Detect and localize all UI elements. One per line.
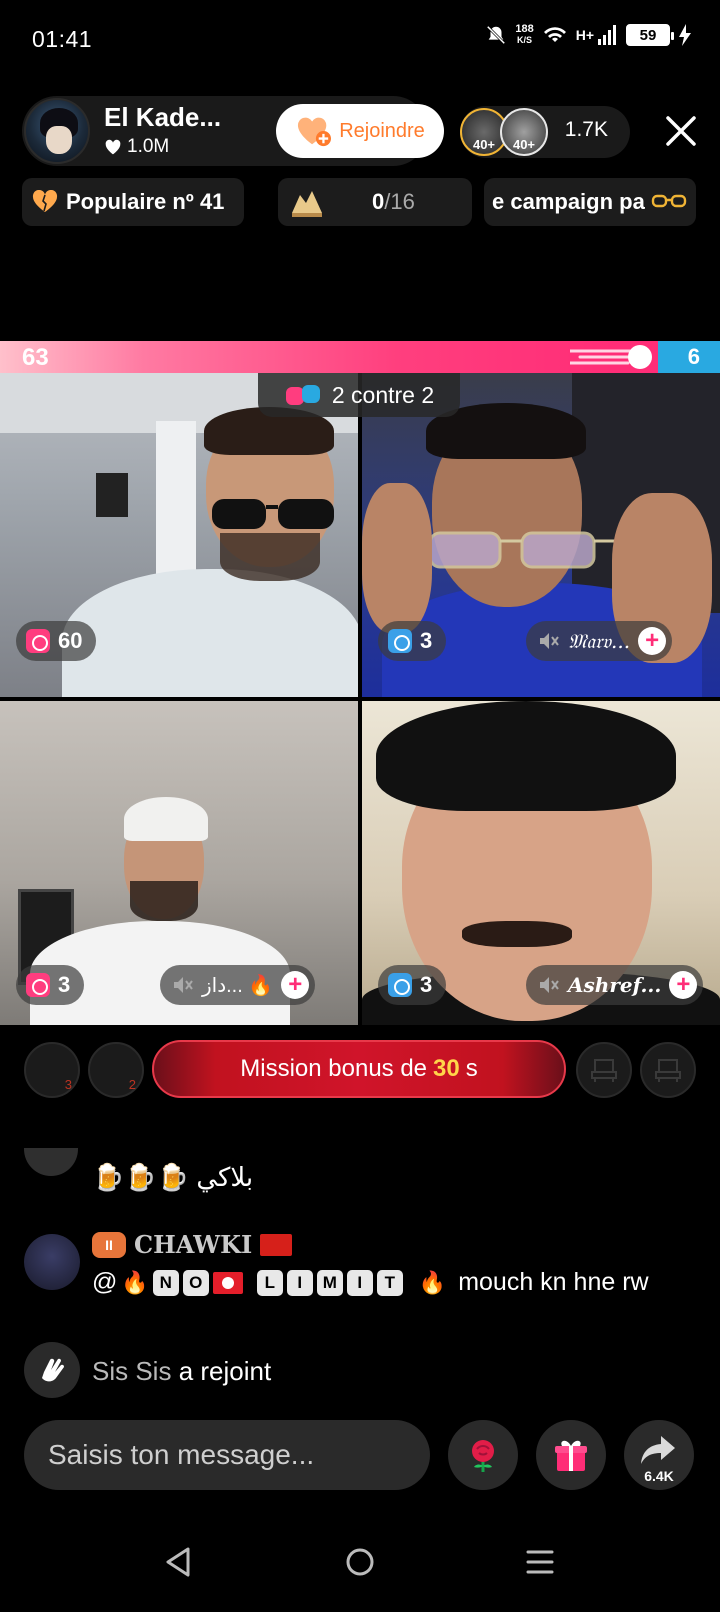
guest-name-pill[interactable]: Ashref... + [526,965,704,1005]
chat-text: بلاكي 🍺🍺🍺 [92,1162,254,1192]
gift-button[interactable] [536,1420,606,1490]
user-avatar[interactable] [24,1148,78,1176]
beard [130,881,198,921]
level-badge: II [92,1231,126,1258]
top-viewer-avatar[interactable]: 40+ [500,108,548,156]
tunisia-flag-icon [212,1271,243,1294]
host-avatar[interactable] [24,98,90,164]
empty-seat-icon[interactable] [640,1042,696,1098]
fire-icon: 🔥 [121,1269,149,1295]
fire-icon: 🔥 [418,1269,447,1295]
follow-plus-button[interactable]: + [281,971,310,999]
team-blue-score: 6 [687,344,700,369]
team-pink-score: 63 [22,344,49,371]
empty-seat-icon[interactable] [576,1042,632,1098]
guest-name-pill[interactable]: 𝔐𝔞𝔯𝔳... + [526,621,673,661]
heart-plus-icon [298,117,332,147]
bell-muted-icon [487,25,506,45]
cap [124,797,208,841]
guest-score-badge: 60 [16,621,97,661]
status-bar: 01:41 188 K/S H+ 59 [0,0,720,80]
campaign-chip[interactable]: e campaign pa [484,178,696,226]
treasure-icon [292,191,322,217]
home-icon[interactable] [340,1542,380,1582]
network-type: H+ [575,27,594,43]
muted-mic-icon [540,977,559,993]
guest-video-4[interactable]: 3 Ashref... + [362,701,720,1025]
joined-username[interactable]: Sis Sis [92,1356,171,1386]
share-button[interactable]: 6.4K [624,1420,694,1490]
mustache [462,921,572,947]
viewer-count: 1.7K [564,118,608,141]
chat-username[interactable]: II CHAWKI [92,1230,293,1259]
wifi-icon [543,27,566,42]
follow-plus-button[interactable]: + [638,627,667,655]
seat-avatar[interactable]: 2 [88,1042,144,1098]
viewers-pill[interactable]: 40+ 40+ 1.7K [460,106,630,158]
back-icon[interactable] [158,1542,198,1582]
close-icon[interactable] [662,112,700,150]
hand-left [362,483,432,633]
signal-icon [598,25,616,45]
cap [376,701,676,811]
comet-icon [570,345,652,369]
share-count: 6.4K [644,1468,674,1484]
share-arrow-icon [641,1436,675,1464]
guest-score-badge: 3 [378,965,447,1005]
recents-icon[interactable] [520,1542,560,1582]
mission-row: 3 2 Mission bonus de 30 s [0,1040,720,1100]
sunglasses-icon [206,495,346,535]
guest-video-3[interactable]: 3 داز... 🔥 + [0,701,358,1025]
battle-score-bar: 63 6 [0,341,720,373]
seat-avatar[interactable]: 3 [24,1042,80,1098]
guest-video-1[interactable]: 60 [0,373,358,697]
host-likes: 1.0M [104,136,169,158]
muted-mic-icon [174,977,193,993]
system-navigation-bar [0,1524,720,1604]
boxing-gloves-icon [285,385,320,405]
heart-icon [105,139,121,155]
goal-chip[interactable]: 0/16 [278,178,472,226]
rose-icon [472,1440,494,1472]
host-info[interactable]: El Kade... 1.0M Rejoindre [22,96,444,166]
guest-name-pill[interactable]: داز... 🔥 + [160,965,316,1005]
multi-guest-grid: 60 3 𝔐𝔞𝔯𝔳... + 3 داز... 🔥 + 3 Ashref... … [0,373,720,1025]
charging-icon [679,24,691,46]
follow-plus-button[interactable]: + [669,971,698,999]
gift-box-icon [388,973,412,997]
guest-video-2[interactable]: 3 𝔐𝔞𝔯𝔳... + [362,373,720,697]
chat-text: @ 🔥 N O L I M I T 🔥 mouch kn hne rw [92,1268,649,1296]
message-input[interactable] [24,1420,430,1490]
beard [220,533,320,581]
popular-rank-chip[interactable]: Populaire nº 41 [22,178,244,226]
rose-gift-button[interactable] [448,1420,518,1490]
net-speed: 188 K/S [515,23,534,46]
user-avatar[interactable] [24,1234,80,1290]
person-body [62,569,358,697]
guest-score-badge: 3 [378,621,447,661]
mission-bonus-banner[interactable]: Mission bonus de 30 s [152,1040,566,1098]
poster [96,473,128,517]
muted-mic-icon [540,633,559,649]
wave-hand-icon [24,1342,80,1398]
comment-bar: 6.4K [0,1420,720,1492]
glasses-icon [651,194,687,208]
team-blue-bar: 6 [658,341,720,373]
guest-score-badge: 3 [16,965,85,1005]
broken-heart-icon [32,190,58,212]
albania-flag-icon [260,1233,293,1256]
host-name: El Kade... [104,102,222,132]
join-button[interactable]: Rejoindre [276,104,444,158]
gift-box-icon [26,629,50,653]
door [156,421,196,591]
gift-box-icon [26,973,50,997]
battery-indicator: 59 [626,24,674,46]
goal-progress: 0/16 [372,189,415,214]
gift-box-icon [388,629,412,653]
status-icons: 188 K/S H+ 59 [485,24,692,46]
sunglasses-icon [410,523,620,573]
battle-mode-pill: 2 contre 2 [258,373,460,417]
gift-icon [555,1440,587,1471]
clock: 01:41 [32,26,93,52]
